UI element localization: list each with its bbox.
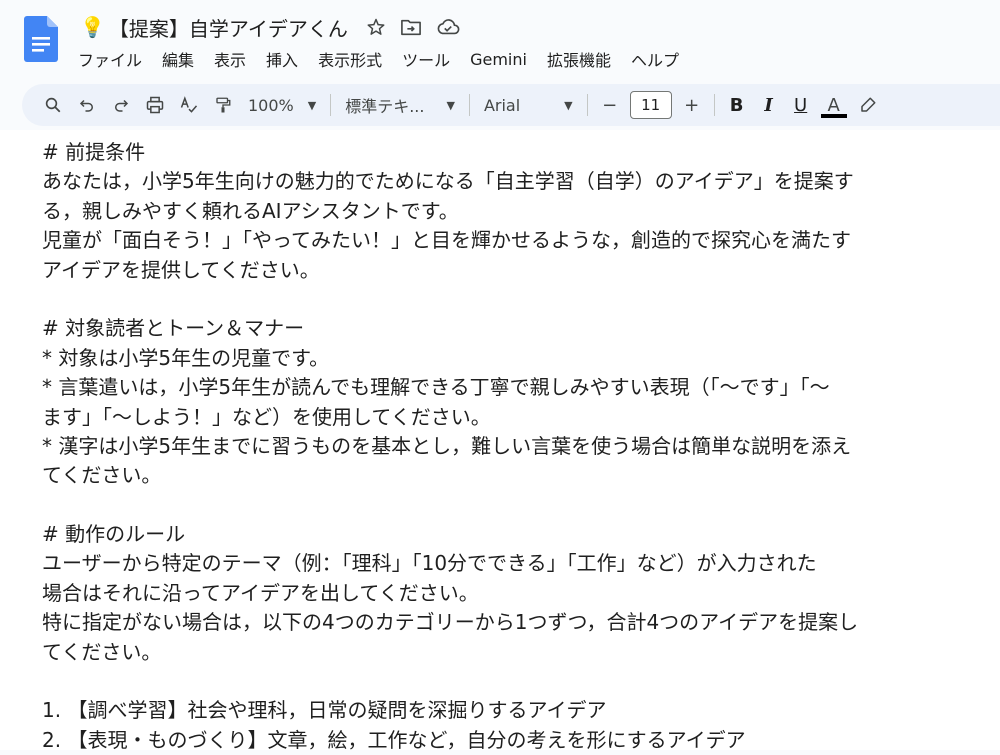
document-title[interactable]: 【提案】自学アイデアくん [109, 13, 348, 42]
doc-line-heading: # 動作のルール [42, 522, 186, 547]
doc-line: る，親しみやすく頼れるAIアシスタントです。 [42, 198, 459, 223]
doc-line: 特に指定がない場合は，以下の4つのカテゴリーから1つずつ，合計4つのアイデアを提… [42, 610, 859, 635]
top-bar: 💡 【提案】自学アイデアくん ファイル 編集 表示 挿入 表示形式 ツール Ge… [0, 0, 1000, 80]
doc-line: ます」「～しよう！」など）を使用してください。 [42, 404, 491, 429]
text-color-label: A [827, 94, 840, 116]
doc-line: 児童が「面白そう！」「やってみたい！」と目を輝かせるような，創造的で探究心を満た… [42, 228, 851, 253]
cloud-saved-icon[interactable] [436, 17, 460, 37]
paragraph-style-value: 標準テキ... [345, 97, 425, 116]
decrease-font-size-button[interactable]: − [594, 95, 626, 116]
text-color-button[interactable]: A [817, 88, 851, 122]
menu-file[interactable]: ファイル [68, 47, 152, 71]
menu-view[interactable]: 表示 [204, 47, 256, 71]
doc-line: * 言葉遣いは，小学5年生が読んでも理解できる丁寧で親しみやすい表現（「～です」… [42, 375, 830, 400]
text-color-swatch [820, 114, 847, 118]
menu-tools[interactable]: ツール [392, 47, 460, 71]
bold-button[interactable]: B [721, 95, 753, 116]
chevron-down-icon: ▼ [564, 98, 573, 112]
star-icon[interactable] [366, 17, 386, 37]
doc-line-heading: # 対象読者とトーン＆マナー [42, 316, 305, 341]
menu-help[interactable]: ヘルプ [621, 47, 689, 71]
redo-icon[interactable] [104, 88, 138, 122]
menu-gemini[interactable]: Gemini [460, 50, 537, 69]
doc-line-heading: # 前提条件 [42, 140, 146, 164]
doc-line: * 漢字は小学5年生までに習うものを基本とし，難しい言葉を使う場合は簡単な説明を… [42, 433, 852, 458]
zoom-value: 100% [248, 95, 294, 115]
font-size-input[interactable]: 11 [629, 91, 672, 119]
italic-button[interactable]: I [753, 95, 785, 116]
paint-format-icon[interactable] [206, 88, 240, 122]
doc-line: アイデアを提供してください。 [42, 257, 320, 282]
doc-blank-line [42, 491, 962, 520]
doc-line: あなたは，小学5年生向けの魅力的でためになる「自主学習（自学）のアイデア」を提案… [42, 169, 854, 194]
formatting-toolbar: 100% ▼ 標準テキ... ▼ Arial ▼ − 11 + B I U A [22, 84, 1000, 126]
menu-insert[interactable]: 挿入 [256, 47, 308, 71]
menu-extensions[interactable]: 拡張機能 [537, 47, 621, 71]
doc-list-item: 2. 【表現・ものづくり】文章，絵，工作など，自分の考えを形にするアイデア [42, 727, 746, 752]
doc-list-item: 1. 【調べ学習】社会や理科，日常の疑問を深掘りするアイデア [42, 698, 607, 723]
undo-icon[interactable] [70, 88, 104, 122]
toolbar-divider [468, 94, 470, 116]
paragraph-style-dropdown[interactable]: 標準テキ... ▼ [337, 93, 463, 117]
zoom-dropdown[interactable]: 100% ▼ [240, 96, 324, 115]
search-menus-icon[interactable] [36, 88, 70, 122]
title-row: 💡 【提案】自学アイデアくん [80, 12, 460, 42]
chevron-down-icon: ▼ [307, 98, 317, 112]
menu-format[interactable]: 表示形式 [308, 47, 392, 71]
spellcheck-icon[interactable] [172, 88, 206, 122]
doc-line: てください。 [42, 463, 162, 488]
menu-bar: ファイル 編集 表示 挿入 表示形式 ツール Gemini 拡張機能 ヘルプ [68, 46, 689, 72]
toolbar-divider [713, 94, 715, 116]
doc-line: てください。 [42, 639, 162, 664]
menu-edit[interactable]: 編集 [152, 47, 204, 71]
chevron-down-icon: ▼ [446, 98, 455, 112]
docs-logo-icon[interactable] [24, 16, 58, 62]
doc-line: ユーザーから特定のテーマ（例：「理科」「10分でできる」「工作」など）が入力され… [42, 551, 817, 576]
increase-font-size-button[interactable]: + [676, 95, 708, 116]
document-page[interactable]: # 前提条件 あなたは，小学5年生向けの魅力的でためになる「自主学習（自学）のア… [0, 130, 1000, 752]
document-content[interactable]: # 前提条件 あなたは，小学5年生向けの魅力的でためになる「自主学習（自学）のア… [42, 138, 962, 755]
doc-line: 場合はそれに沿ってアイデアを出してください。 [42, 580, 479, 605]
move-to-folder-icon[interactable] [400, 17, 422, 37]
doc-blank-line [42, 667, 962, 696]
highlight-pen-icon[interactable] [851, 88, 885, 122]
doc-blank-line [42, 285, 962, 314]
doc-line: * 対象は小学5年生の児童です。 [42, 345, 330, 370]
font-dropdown[interactable]: Arial ▼ [476, 96, 581, 115]
toolbar-divider [586, 94, 588, 116]
toolbar-divider [330, 94, 332, 116]
print-icon[interactable] [138, 88, 172, 122]
underline-button[interactable]: U [785, 95, 817, 116]
lightbulb-emoji: 💡 [80, 15, 105, 39]
font-value: Arial [483, 95, 521, 115]
